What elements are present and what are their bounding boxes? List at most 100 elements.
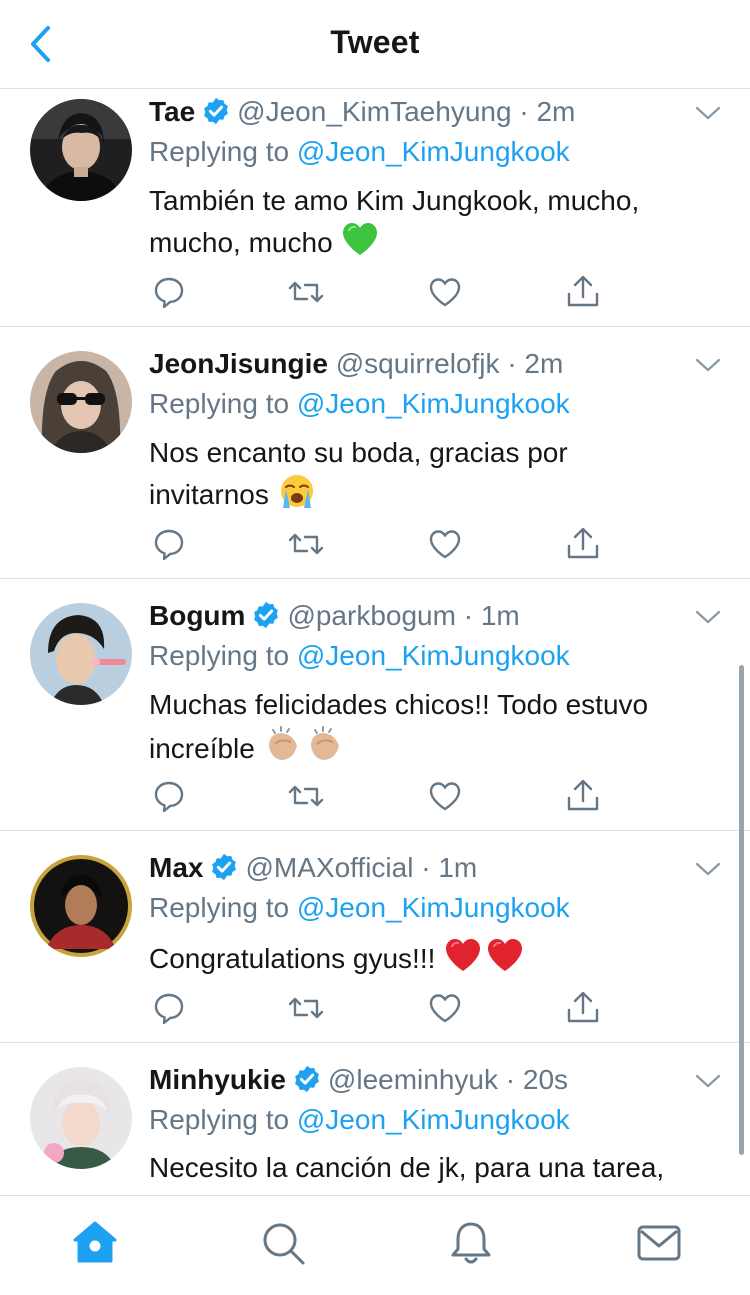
tweet-text: También te amo Kim Jungkook, mucho, much… — [149, 181, 729, 262]
page-title: Tweet — [330, 24, 420, 60]
tweet-text: Muchas felicidades chicos!! Todo estuvo … — [149, 685, 729, 768]
retweet-icon[interactable] — [286, 524, 326, 564]
bell-icon[interactable] — [446, 1218, 496, 1268]
like-icon[interactable] — [425, 272, 465, 312]
tweet-text-fragment: increíble — [149, 733, 255, 764]
retweet-icon[interactable] — [286, 988, 326, 1028]
separator-dot: · — [421, 852, 431, 883]
reply-icon[interactable] — [149, 776, 189, 816]
separator-dot: · — [519, 96, 529, 127]
timestamp: 2m — [536, 96, 576, 127]
mention-link[interactable]: @Jeon_KimJungkook — [297, 388, 570, 419]
timestamp: 20s — [522, 1064, 569, 1095]
share-icon[interactable] — [563, 524, 603, 564]
avatar[interactable] — [30, 99, 132, 201]
top-bar: Tweet — [0, 0, 750, 89]
separator-dot: · — [463, 600, 474, 631]
timestamp: 1m — [480, 600, 520, 631]
reply-icon[interactable] — [149, 272, 189, 312]
reply-icon[interactable] — [149, 524, 189, 564]
mention-link[interactable]: @Jeon_KimJungkook — [297, 640, 570, 671]
replying-to: Replying to @Jeon_KimJungkook — [149, 385, 570, 423]
user-handle[interactable]: @squirrelofjk — [336, 348, 500, 379]
tweet-text-fragment: Congratulations gyus!!! — [149, 943, 436, 974]
home-icon[interactable] — [70, 1218, 120, 1268]
replying-to: Replying to @Jeon_KimJungkook — [149, 1101, 570, 1139]
tweet-text-fragment: mucho, mucho — [149, 227, 333, 258]
replying-to-label: Replying to — [149, 1104, 290, 1135]
tweet-text: Congratulations gyus!!! — [149, 936, 729, 978]
verified-badge-icon — [209, 852, 239, 882]
tweet-text-line: invitarnos — [149, 472, 729, 514]
scrollbar[interactable] — [739, 665, 744, 1155]
tweet-text-line: También te amo Kim Jungkook, mucho, — [149, 185, 640, 216]
tweet[interactable]: Max @MAXofficial · 1m Replying to @Jeon_K… — [0, 830, 750, 1043]
user-handle[interactable]: @MAXofficial — [245, 852, 413, 883]
tweet-text-fragment: invitarnos — [149, 479, 269, 510]
clapping-hands-emoji — [268, 726, 339, 760]
separator-dot: · — [505, 1064, 516, 1095]
display-name[interactable]: Max — [149, 852, 203, 883]
chevron-down-icon[interactable] — [694, 103, 722, 123]
replying-to-label: Replying to — [149, 640, 290, 671]
tweet-text-line: increíble — [149, 724, 729, 768]
avatar[interactable] — [30, 1067, 132, 1169]
avatar[interactable] — [30, 351, 132, 453]
share-icon[interactable] — [563, 272, 603, 312]
tweet-text-line: Congratulations gyus!!! — [149, 936, 729, 978]
tweet-actions — [149, 524, 619, 564]
avatar[interactable] — [30, 603, 132, 705]
tweet-text: Nos encanto su boda, gracias por invitar… — [149, 433, 729, 514]
tweet-text-line: Muchas felicidades chicos!! Todo estuvo — [149, 689, 649, 720]
mention-link[interactable]: @Jeon_KimJungkook — [297, 136, 570, 167]
share-icon[interactable] — [563, 776, 603, 816]
display-name[interactable]: JeonJisungie — [149, 348, 328, 379]
tweet[interactable]: Tae @Jeon_KimTaehyung · 2m Replying to @J… — [0, 89, 750, 327]
replying-to-label: Replying to — [149, 388, 290, 419]
search-icon[interactable] — [258, 1218, 308, 1268]
chevron-down-icon[interactable] — [694, 607, 722, 627]
chevron-down-icon[interactable] — [694, 859, 722, 879]
replying-to-label: Replying to — [149, 892, 290, 923]
tweet-text-line: Necesito la canción de jk, para una tare… — [149, 1152, 665, 1183]
verified-badge-icon — [201, 96, 231, 126]
tweet[interactable]: Minhyukie @leeminhyuk · 20s Replying to @… — [0, 1042, 750, 1194]
like-icon[interactable] — [425, 988, 465, 1028]
replying-to-label: Replying to — [149, 136, 290, 167]
display-name[interactable]: Minhyukie — [149, 1064, 286, 1095]
share-icon[interactable] — [563, 988, 603, 1028]
user-handle[interactable]: @Jeon_KimTaehyung — [237, 96, 511, 127]
tweet-actions — [149, 776, 619, 816]
timestamp: 2m — [524, 348, 564, 379]
like-icon[interactable] — [425, 524, 465, 564]
chevron-down-icon[interactable] — [694, 355, 722, 375]
red-hearts-emoji — [446, 939, 523, 971]
tweet-text-line: Nos encanto su boda, gracias por — [149, 437, 568, 468]
like-icon[interactable] — [425, 776, 465, 816]
display-name[interactable]: Tae — [149, 96, 195, 127]
mail-icon[interactable] — [634, 1218, 684, 1268]
avatar[interactable] — [30, 855, 132, 957]
mention-link[interactable]: @Jeon_KimJungkook — [297, 892, 570, 923]
tweet[interactable]: Bogum @parkbogum · 1m Replying to @Jeon_K… — [0, 578, 750, 831]
retweet-icon[interactable] — [286, 776, 326, 816]
tweet-meta: Tae @Jeon_KimTaehyung · 2m — [149, 93, 575, 131]
bottom-tab-bar — [0, 1195, 750, 1295]
user-handle[interactable]: @parkbogum — [287, 600, 456, 631]
user-handle[interactable]: @leeminhyuk — [328, 1064, 498, 1095]
tweet-meta: Max @MAXofficial · 1m — [149, 849, 477, 887]
reply-icon[interactable] — [149, 988, 189, 1028]
replying-to: Replying to @Jeon_KimJungkook — [149, 889, 570, 927]
tweet-actions — [149, 988, 619, 1028]
chevron-down-icon[interactable] — [694, 1071, 722, 1091]
tweet-text: Necesito la canción de jk, para una tare… — [149, 1148, 739, 1187]
display-name[interactable]: Bogum — [149, 600, 245, 631]
separator-dot: · — [507, 348, 517, 379]
reply-feed: Tae @Jeon_KimTaehyung · 2m Replying to @J… — [0, 89, 750, 1194]
mention-link[interactable]: @Jeon_KimJungkook — [297, 1104, 570, 1135]
tweet-text-line: mucho, mucho — [149, 220, 729, 262]
timestamp: 1m — [438, 852, 478, 883]
tweet[interactable]: JeonJisungie @squirrelofjk · 2m Replying… — [0, 326, 750, 579]
tweet-meta: Bogum @parkbogum · 1m — [149, 597, 520, 635]
retweet-icon[interactable] — [286, 272, 326, 312]
